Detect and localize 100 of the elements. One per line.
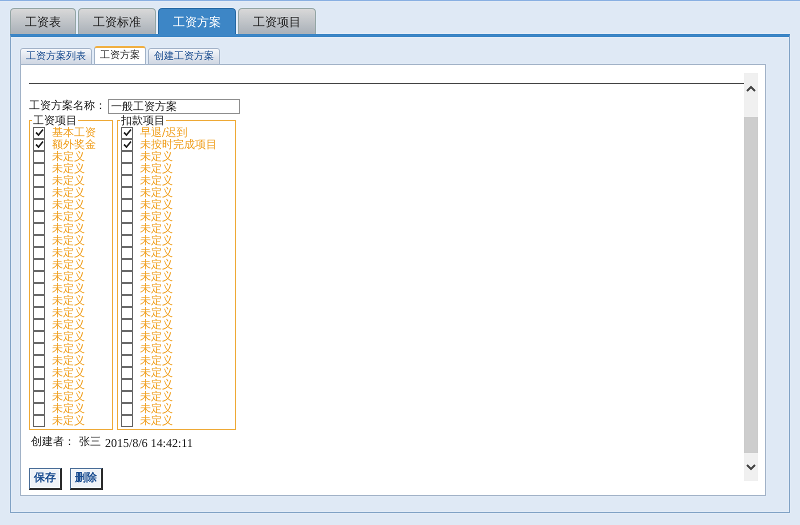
checkbox[interactable] <box>121 126 133 138</box>
action-button[interactable]: 删除 <box>70 468 103 490</box>
checkbox[interactable] <box>33 354 45 366</box>
checkbox[interactable] <box>33 402 45 414</box>
checkbox[interactable] <box>33 378 45 390</box>
checkbox[interactable] <box>121 390 133 402</box>
item-label: 未定义 <box>52 306 85 318</box>
checkbox[interactable] <box>33 342 45 354</box>
scrollbar-thumb[interactable] <box>744 117 758 453</box>
item-label: 未定义 <box>52 294 85 306</box>
item-label: 未定义 <box>140 390 173 402</box>
checkbox[interactable] <box>33 282 45 294</box>
checkbox[interactable] <box>33 258 45 270</box>
item-label: 未定义 <box>52 330 85 342</box>
item-label: 未定义 <box>140 222 173 234</box>
checkbox[interactable] <box>33 246 45 258</box>
checkbox[interactable] <box>121 414 133 426</box>
checkbox[interactable] <box>33 330 45 342</box>
subtab[interactable]: 工资方案列表 <box>20 48 92 64</box>
checkbox[interactable] <box>121 234 133 246</box>
scroll-up-icon[interactable] <box>746 85 756 93</box>
item-label: 未定义 <box>52 258 85 270</box>
item-label: 未定义 <box>52 270 85 282</box>
checkbox[interactable] <box>121 318 133 330</box>
item-label: 未定义 <box>52 246 85 258</box>
tab[interactable]: 工资标准 <box>78 8 156 34</box>
item-label: 未定义 <box>140 414 173 426</box>
item-label: 未定义 <box>140 402 173 414</box>
checkbox[interactable] <box>121 162 133 174</box>
checkbox[interactable] <box>121 150 133 162</box>
item-label: 未定义 <box>140 270 173 282</box>
checkbox[interactable] <box>121 306 133 318</box>
item-label: 未定义 <box>52 162 85 174</box>
item-label: 未定义 <box>52 354 85 366</box>
item-label: 未定义 <box>140 174 173 186</box>
checkbox[interactable] <box>121 210 133 222</box>
checkbox[interactable] <box>33 138 45 150</box>
checkbox[interactable] <box>33 150 45 162</box>
checkbox[interactable] <box>121 330 133 342</box>
checkbox[interactable] <box>121 366 133 378</box>
item-label: 未定义 <box>140 330 173 342</box>
scrollbar[interactable] <box>744 73 758 481</box>
checkbox[interactable] <box>33 390 45 402</box>
field-label: 工资方案名称： <box>29 98 106 114</box>
item-label: 未定义 <box>52 174 85 186</box>
creator-name: 张三 <box>79 434 101 450</box>
item-label: 未定义 <box>52 402 85 414</box>
checkbox[interactable] <box>121 378 133 390</box>
item-label: 未定义 <box>140 306 173 318</box>
checkbox[interactable] <box>121 354 133 366</box>
subtab[interactable]: 创建工资方案 <box>148 48 220 64</box>
item-label: 未定义 <box>140 246 173 258</box>
item-label: 未定义 <box>140 198 173 210</box>
checkbox[interactable] <box>121 342 133 354</box>
checkbox[interactable] <box>33 306 45 318</box>
item-label: 未定义 <box>52 198 85 210</box>
checkbox[interactable] <box>33 126 45 138</box>
checkbox[interactable] <box>33 210 45 222</box>
tab[interactable]: 工资项目 <box>238 8 316 34</box>
checkbox[interactable] <box>121 270 133 282</box>
action-button[interactable]: 保存 <box>29 468 62 490</box>
item-label: 未定义 <box>52 378 85 390</box>
tab[interactable]: 工资表 <box>10 8 76 34</box>
subtab[interactable]: 工资方案 <box>94 46 146 64</box>
item-label: 未定义 <box>140 342 173 354</box>
name-field[interactable]: 一般工资方案 <box>108 98 240 114</box>
checkbox[interactable] <box>33 294 45 306</box>
checkbox[interactable] <box>33 234 45 246</box>
item-label: 未定义 <box>52 210 85 222</box>
tab[interactable]: 工资方案 <box>158 8 236 34</box>
checkbox[interactable] <box>33 222 45 234</box>
group-title: 扣款项目 <box>120 114 166 126</box>
checkbox[interactable] <box>121 138 133 150</box>
item-label: 未定义 <box>52 234 85 246</box>
item-label: 未按时完成项目 <box>140 138 217 150</box>
checkbox[interactable] <box>33 198 45 210</box>
checkbox[interactable] <box>121 198 133 210</box>
checkbox[interactable] <box>121 174 133 186</box>
checkbox[interactable] <box>121 402 133 414</box>
checkbox[interactable] <box>33 414 45 426</box>
item-label: 未定义 <box>140 366 173 378</box>
checkbox[interactable] <box>33 366 45 378</box>
checkbox[interactable] <box>121 258 133 270</box>
checkbox[interactable] <box>33 318 45 330</box>
checkbox[interactable] <box>121 186 133 198</box>
checkbox[interactable] <box>121 282 133 294</box>
checkbox[interactable] <box>33 186 45 198</box>
item-label: 未定义 <box>140 282 173 294</box>
checkbox[interactable] <box>121 294 133 306</box>
checkbox[interactable] <box>121 246 133 258</box>
item-label: 额外奖金 <box>52 138 96 150</box>
item-label: 未定义 <box>140 186 173 198</box>
checkbox[interactable] <box>33 270 45 282</box>
item-label: 早退/迟到 <box>140 126 188 138</box>
checkbox[interactable] <box>33 162 45 174</box>
checkbox[interactable] <box>33 174 45 186</box>
item-label: 未定义 <box>140 210 173 222</box>
scroll-down-icon[interactable] <box>746 463 756 471</box>
item-label: 未定义 <box>140 150 173 162</box>
checkbox[interactable] <box>121 222 133 234</box>
